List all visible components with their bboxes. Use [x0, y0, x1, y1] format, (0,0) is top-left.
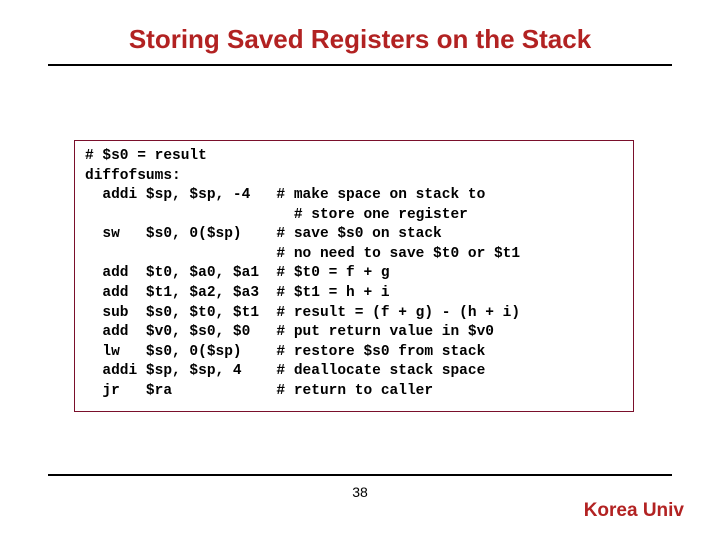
slide-title: Storing Saved Registers on the Stack: [0, 24, 720, 55]
footer-brand: Korea Univ: [584, 500, 684, 522]
code-box: # $s0 = result diffofsums: addi $sp, $sp…: [74, 140, 634, 412]
slide: Storing Saved Registers on the Stack # $…: [0, 0, 720, 540]
page-number: 38: [0, 484, 720, 500]
bottom-divider: [48, 474, 672, 476]
code-block: # $s0 = result diffofsums: addi $sp, $sp…: [85, 147, 623, 401]
title-divider: [48, 64, 672, 66]
